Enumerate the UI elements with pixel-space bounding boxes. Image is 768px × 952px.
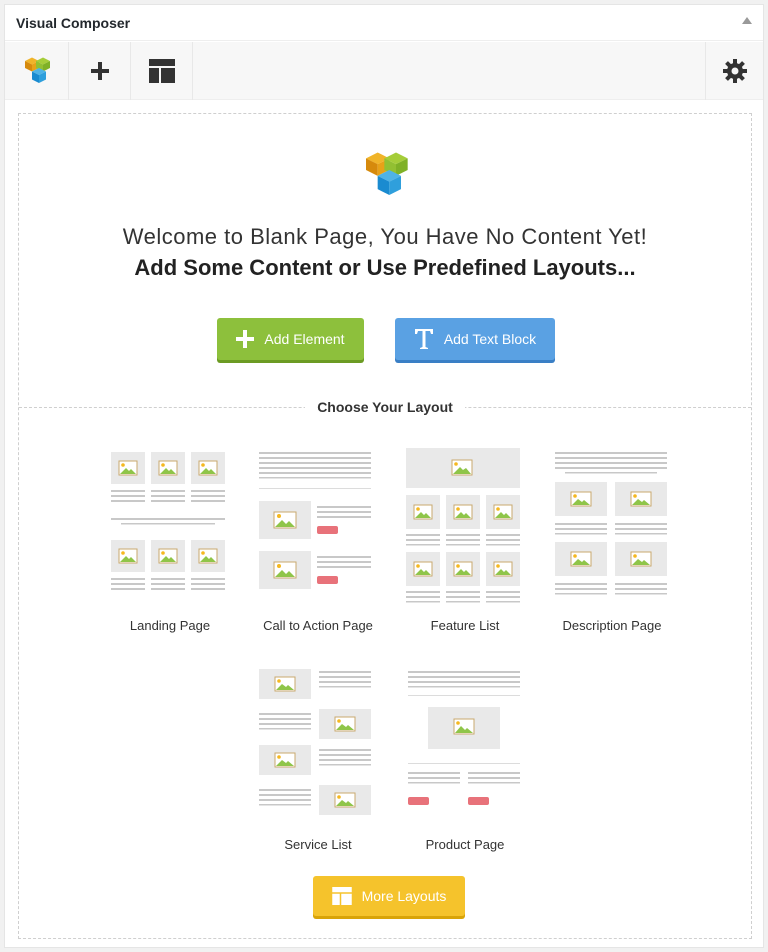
toolbar: [5, 42, 763, 100]
add-element-toolbar-button[interactable]: [69, 42, 131, 100]
add-text-block-button[interactable]: Add Text Block: [395, 318, 555, 360]
panel-title: Visual Composer: [16, 15, 131, 31]
service-list-thumbnail: [259, 669, 371, 815]
layout-landing-page[interactable]: Landing Page: [105, 448, 235, 648]
welcome-subheading: Add Some Content or Use Predefined Layou…: [134, 255, 636, 280]
more-layouts-label: More Layouts: [361, 888, 447, 904]
layout-feature-list[interactable]: Feature List: [400, 448, 530, 648]
welcome-heading: Welcome to Blank Page, You Have No Conte…: [122, 224, 648, 249]
choose-layout-title: Choose Your Layout: [305, 399, 465, 415]
layout-label: Call to Action Page: [263, 618, 373, 633]
description-page-thumbnail: [555, 452, 667, 595]
call-to-action-thumbnail: [259, 452, 371, 589]
add-text-block-label: Add Text Block: [443, 331, 537, 347]
visual-composer-panel: Visual Composer Welcome to Blank Page, Y…: [4, 4, 764, 948]
layout-label: Service List: [284, 837, 352, 852]
gear-icon: [722, 59, 747, 83]
layout-description-page[interactable]: Description Page: [547, 448, 677, 648]
plus-icon: [90, 62, 109, 80]
layout-label: Landing Page: [129, 618, 211, 633]
layout-templates-icon: [331, 887, 352, 905]
plus-icon: [236, 330, 255, 348]
landing-page-thumbnail: [111, 452, 225, 590]
layout-label: Feature List: [430, 618, 500, 633]
product-page-thumbnail: [408, 671, 520, 805]
layout-templates-icon: [148, 59, 175, 83]
more-layouts-button[interactable]: More Layouts: [313, 876, 465, 916]
vc-logo-button[interactable]: [5, 42, 69, 100]
settings-button[interactable]: [705, 42, 763, 100]
text-t-icon: [414, 329, 433, 349]
layout-call-to-action-page[interactable]: Call to Action Page: [253, 448, 383, 648]
vc-logo-icon: [366, 152, 408, 195]
templates-toolbar-button[interactable]: [131, 42, 193, 100]
layout-label: Description Page: [562, 618, 662, 633]
panel-header: Visual Composer: [5, 5, 763, 41]
vc-logo-icon: [24, 57, 50, 83]
workspace-area: Welcome to Blank Page, You Have No Conte…: [18, 113, 752, 939]
layout-service-list[interactable]: Service List: [253, 667, 383, 867]
add-element-label: Add Element: [264, 331, 345, 347]
add-element-button[interactable]: Add Element: [217, 318, 364, 360]
layout-label: Product Page: [425, 837, 505, 852]
collapse-arrow-icon[interactable]: [742, 17, 752, 24]
feature-list-thumbnail: [406, 448, 520, 603]
layout-product-page[interactable]: Product Page: [400, 667, 530, 867]
